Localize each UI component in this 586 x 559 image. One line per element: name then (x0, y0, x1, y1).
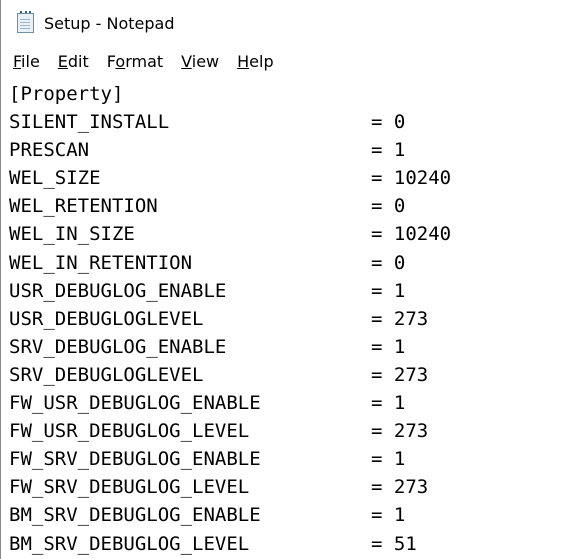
config-line: WEL_IN_RETENTION = 0 (9, 249, 569, 277)
config-key: PRESCAN (9, 139, 90, 162)
menu-view[interactable]: View (181, 52, 219, 71)
menu-format-label-end: rmat (125, 51, 164, 71)
config-line: SRV_DEBUGLOG_ENABLE = 1 (9, 333, 569, 361)
config-line: FW_SRV_DEBUGLOG_LEVEL = 273 (9, 473, 569, 501)
menu-file[interactable]: File (13, 52, 40, 71)
config-line: FW_USR_DEBUGLOG_LEVEL = 273 (9, 417, 569, 445)
menu-edit-mnemonic: E (57, 51, 68, 71)
config-key: WEL_IN_SIZE (9, 223, 135, 246)
config-value: = 10240 (371, 167, 452, 190)
menu-help[interactable]: Help (237, 52, 273, 71)
config-key: FW_USR_DEBUGLOG_ENABLE (9, 392, 261, 414)
notepad-icon (17, 11, 34, 33)
text-editor-area[interactable]: [Property] SILENT_INSTALL = 0 PRESCAN = 1 WE… (1, 80, 586, 559)
config-line: USR_DEBUGLOG_ENABLE = 1 (9, 277, 569, 305)
config-value: = 10240 (371, 223, 452, 246)
menu-view-label: iew (191, 51, 220, 71)
menu-file-mnemonic: F (13, 51, 22, 71)
menu-edit-label: dit (67, 51, 89, 71)
config-value: = 1 (371, 504, 406, 527)
config-line: FW_SRV_DEBUGLOG_ENABLE = 1 (9, 445, 569, 473)
config-value: = 1 (371, 335, 406, 358)
config-value: = 273 (371, 307, 429, 330)
config-line: FW_USR_DEBUGLOG_ENABLE = 1 (9, 389, 569, 417)
config-value: = 0 (371, 195, 406, 218)
config-key: WEL_RETENTION (9, 195, 158, 218)
config-key: WEL_IN_RETENTION (9, 251, 193, 274)
config-value: = 0 (371, 251, 406, 274)
config-key: FW_SRV_DEBUGLOG_LEVEL (9, 476, 250, 499)
menu-format-mnemonic: o (115, 51, 126, 71)
config-line: BM_SRV_DEBUGLOG_ENABLE = 1 (9, 501, 569, 529)
menu-format[interactable]: Format (107, 52, 163, 71)
config-key: FW_SRV_DEBUGLOG_ENABLE (9, 448, 261, 471)
config-line: WEL_SIZE = 10240 (9, 164, 569, 192)
config-key: USR_DEBUGLOG_ENABLE (9, 279, 227, 302)
config-line: SRV_DEBUGLOGLEVEL = 273 (9, 361, 569, 389)
config-key: USR_DEBUGLOGLEVEL (9, 307, 204, 330)
config-value: = 1 (371, 392, 406, 414)
menu-help-mnemonic: H (237, 51, 250, 71)
config-line: WEL_RETENTION = 0 (9, 192, 569, 220)
title-bar[interactable]: Setup - Notepad (1, 0, 586, 46)
config-key: BM_SRV_DEBUGLOG_LEVEL (9, 532, 250, 555)
config-key: BM_SRV_DEBUGLOG_ENABLE (9, 504, 261, 527)
config-line: PRESCAN = 1 (9, 136, 569, 164)
config-key: WEL_SIZE (9, 167, 101, 190)
config-value: = 273 (371, 363, 429, 386)
menu-edit[interactable]: Edit (58, 52, 89, 71)
config-key: SILENT_INSTALL (9, 111, 170, 133)
config-value: = 0 (371, 111, 406, 133)
config-value: = 1 (371, 139, 406, 162)
config-value: = 51 (371, 532, 417, 555)
config-value: = 1 (371, 279, 406, 302)
menu-file-label: ile (21, 51, 40, 71)
config-key: FW_USR_DEBUGLOG_LEVEL (9, 420, 250, 443)
config-value: = 273 (371, 476, 429, 499)
config-line: USR_DEBUGLOGLEVEL = 273 (9, 305, 569, 333)
config-value: = 1 (371, 448, 406, 471)
config-value: = 273 (371, 420, 429, 443)
notepad-window: Setup - Notepad File Edit Format View He… (0, 0, 586, 559)
menu-bar: File Edit Format View Help (1, 46, 586, 76)
section-header: [Property] (9, 83, 124, 105)
config-line: BM_SRV_DEBUGLOG_LEVEL = 51 (9, 530, 569, 558)
config-key: SRV_DEBUGLOG_ENABLE (9, 335, 227, 358)
config-line: WEL_IN_SIZE = 10240 (9, 220, 569, 248)
menu-help-label: elp (249, 51, 274, 71)
window-title: Setup - Notepad (44, 13, 175, 33)
menu-view-mnemonic: V (181, 51, 192, 71)
config-key: SRV_DEBUGLOGLEVEL (9, 363, 204, 386)
config-line: SILENT_INSTALL = 0 (9, 108, 569, 136)
